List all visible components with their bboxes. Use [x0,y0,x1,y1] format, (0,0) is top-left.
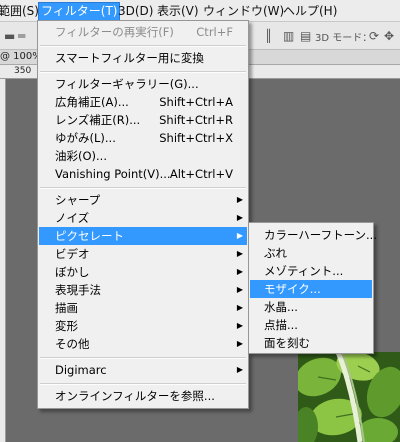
menu-separator [40,383,246,385]
menu-item-render[interactable]: 描画 ▶ [39,299,247,317]
menu-item-label: ピクセレート [55,229,124,243]
menu-item-digimarc[interactable]: Digimarc ▶ [39,361,247,379]
submenu-arrow-icon: ▶ [236,195,243,204]
menu-item-label: 描画 [55,301,78,315]
filter-menu: フィルターの再実行(F) Ctrl+F スマートフィルター用に変換 フィルターギ… [37,20,249,409]
submenu-arrow-icon: ▶ [236,213,243,222]
menu-item-adaptive-wide-angle[interactable]: 広角補正(A)... Shift+Ctrl+A [39,93,247,111]
align-middle-icon[interactable]: ═ [18,29,25,43]
menu-item-label: ビデオ [55,247,90,261]
menu-item-browse-online-filters[interactable]: オンラインフィルターを参照... [39,387,247,405]
menu-separator [40,187,246,189]
menu-item-filter-gallery[interactable]: フィルターギャラリー(G)... [39,75,247,93]
menu-item-label: Vanishing Point(V)... [55,167,171,181]
orbit-icon[interactable]: ⟳ [369,29,379,43]
submenu-item-fragment[interactable]: ぶれ [250,244,372,262]
ruler-label: 350 [14,66,32,76]
3d-mode-label: 3D モード： [315,33,373,44]
menu-item-label: メゾティント... [264,264,344,278]
distribute-icon[interactable]: ║ [265,29,272,43]
submenu-arrow-icon: ▶ [236,321,243,330]
menu-filter[interactable]: フィルター(T) [38,2,121,21]
submenu-item-mezzotint[interactable]: メゾティント... [250,262,372,280]
menu-item-label: カラーハーフトーン... [264,228,377,242]
menu-item-liquify[interactable]: ゆがみ(L)... Shift+Ctrl+X [39,129,247,147]
menu-item-label: 表現手法 [55,283,101,297]
menu-view[interactable]: 表示(V) [157,3,199,19]
menu-bar: 範囲(S) フィルター(T) 3D(D) 表示(V) ウィンドウ(W) ヘルプ(… [0,0,400,22]
menu-item-vanishing-point[interactable]: Vanishing Point(V)... Alt+Ctrl+V [39,165,247,183]
menu-item-label: ノイズ [55,211,90,225]
distribute-h-icon[interactable]: ▥ [283,29,294,43]
menu-separator [40,71,246,73]
menu-item-pixelate[interactable]: ピクセレート ▶ [39,227,247,245]
menu-item-label: 変形 [55,319,78,333]
menu-item-noise[interactable]: ノイズ ▶ [39,209,247,227]
menu-window[interactable]: ウィンドウ(W) [203,3,284,19]
menu-item-distort[interactable]: 変形 ▶ [39,317,247,335]
submenu-arrow-icon: ▶ [236,249,243,258]
menu-item-shortcut: Alt+Ctrl+V [169,167,233,181]
submenu-arrow-icon: ▶ [236,303,243,312]
submenu-item-crystallize[interactable]: 水晶... [250,298,372,316]
menu-item-label: フィルターの再実行(F) [55,25,174,39]
submenu-arrow-icon: ▶ [236,339,243,348]
submenu-item-mosaic[interactable]: モザイク... [250,280,372,298]
menu-item-shortcut: Ctrl+F [196,25,233,39]
menu-item-video[interactable]: ビデオ ▶ [39,245,247,263]
menu-item-label: Digimarc [55,363,107,377]
menu-item-label: ゆがみ(L)... [55,131,116,145]
distribute-v-icon[interactable]: ▤ [300,29,311,43]
menu-item-label: オンラインフィルターを参照... [55,389,215,403]
submenu-arrow-icon: ▶ [236,365,243,374]
menu-3d[interactable]: 3D(D) [118,3,153,19]
menu-item-shortcut: Shift+Ctrl+A [159,95,233,109]
align-top-icon[interactable]: ▬ [4,29,15,43]
menu-item-stylize[interactable]: 表現手法 ▶ [39,281,247,299]
menu-item-label: フィルターギャラリー(G)... [55,77,199,91]
submenu-arrow-icon: ▶ [236,285,243,294]
menu-item-label: 面を刻む [264,336,310,350]
menu-item-label: シャープ [55,193,101,207]
menu-item-label: ぶれ [264,246,287,260]
vertical-ruler [0,79,6,442]
menu-separator [40,357,246,359]
menu-item-label: レンズ補正(R)... [55,113,141,127]
menu-item-label: スマートフィルター用に変換 [55,51,204,65]
zoom-label: @ 100% [0,51,42,62]
menu-item-label: 広角補正(A)... [55,95,129,109]
submenu-arrow-icon: ▶ [236,231,243,240]
roll-icon[interactable]: ✥ [384,29,394,43]
menu-item-oil-paint[interactable]: 油彩(O)... [39,147,247,165]
menu-item-shortcut: Shift+Ctrl+X [159,131,233,145]
canvas-image[interactable] [298,352,400,442]
menu-select[interactable]: 範囲(S) [0,3,39,19]
pixelate-submenu: カラーハーフトーン... ぶれ メゾティント... モザイク... 水晶... … [248,222,377,354]
menu-item-label: モザイク... [264,282,321,296]
menu-item-shortcut: Shift+Ctrl+R [159,113,233,127]
menu-item-label: 水晶... [264,300,298,314]
menu-item-other[interactable]: その他 ▶ [39,335,247,353]
menu-item-convert-smart-filter[interactable]: スマートフィルター用に変換 [39,49,247,67]
menu-item-blur[interactable]: ぼかし ▶ [39,263,247,281]
submenu-arrow-icon: ▶ [236,267,243,276]
submenu-item-pointillize[interactable]: 点描... [250,316,372,334]
menu-item-reapply-filter[interactable]: フィルターの再実行(F) Ctrl+F [39,23,247,41]
submenu-item-facet[interactable]: 面を刻む [250,334,372,352]
menu-item-lens-correction[interactable]: レンズ補正(R)... Shift+Ctrl+R [39,111,247,129]
menu-item-label: ぼかし [55,265,90,279]
menu-item-sharpen[interactable]: シャープ ▶ [39,191,247,209]
submenu-item-color-halftone[interactable]: カラーハーフトーン... [250,226,377,244]
menu-item-label: 油彩(O)... [55,149,107,163]
menu-separator [40,45,246,47]
menu-item-label: 点描... [264,318,298,332]
menu-help[interactable]: ヘルプ(H) [283,3,337,19]
menu-item-label: その他 [55,337,90,351]
